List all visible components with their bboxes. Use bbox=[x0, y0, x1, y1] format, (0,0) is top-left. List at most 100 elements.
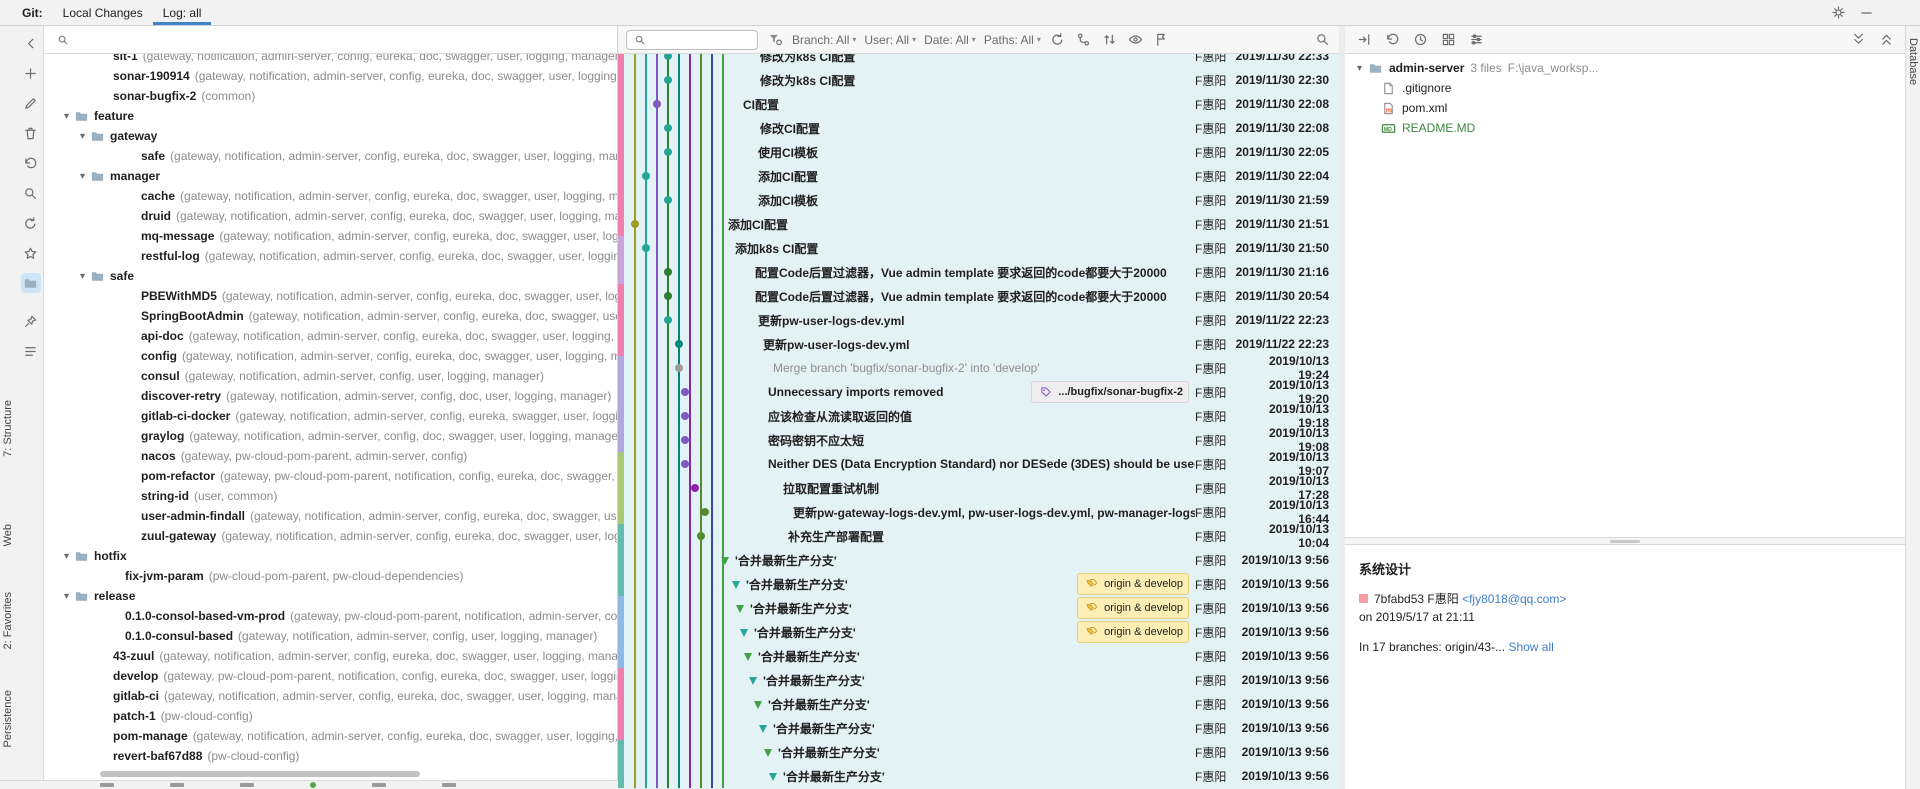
settings-icon[interactable] bbox=[1829, 4, 1847, 22]
search-icon[interactable] bbox=[21, 183, 41, 203]
branch-item-row[interactable]: consul(gateway, notification, admin-serv… bbox=[44, 366, 617, 386]
commit-row[interactable]: '合并最新生产分支'F惠阳2019/10/13 9:56 bbox=[618, 764, 1339, 788]
history-icon[interactable] bbox=[1411, 31, 1429, 49]
commit-row[interactable]: Neither DES (Data Encryption Standard) n… bbox=[618, 452, 1339, 476]
commit-row[interactable]: '合并最新生产分支'F惠阳2019/10/13 9:56 bbox=[618, 740, 1339, 764]
commit-row[interactable]: '合并最新生产分支'F惠阳2019/10/13 9:56 bbox=[618, 548, 1339, 572]
commit-row[interactable]: 修改为k8s CI配置F惠阳2019/11/30 22:33 bbox=[618, 54, 1339, 68]
commit-row[interactable]: 添加CI配置F惠阳2019/11/30 21:51 bbox=[618, 212, 1339, 236]
branch-item-row[interactable]: sonar-bugfix-2(common) bbox=[44, 86, 617, 106]
group-by-icon[interactable] bbox=[1439, 31, 1457, 49]
commit-row[interactable]: '合并最新生产分支'origin & developF惠阳2019/10/13 … bbox=[618, 572, 1339, 596]
filter-user[interactable]: User: All▾ bbox=[864, 33, 916, 47]
refresh-icon[interactable] bbox=[21, 213, 41, 233]
commit-row[interactable]: 修改CI配置F惠阳2019/11/30 22:08 bbox=[618, 116, 1339, 140]
commit-row[interactable]: 修改为k8s CI配置F惠阳2019/11/30 22:30 bbox=[618, 68, 1339, 92]
filter-date[interactable]: Date: All▾ bbox=[924, 33, 976, 47]
horizontal-scrollbar[interactable] bbox=[100, 771, 420, 777]
group-by-folder-icon[interactable] bbox=[21, 273, 41, 293]
branch-item-row[interactable]: zuul-gateway(gateway, notification, admi… bbox=[44, 526, 617, 546]
commit-row[interactable]: 添加CI配置F惠阳2019/11/30 22:04 bbox=[618, 164, 1339, 188]
pin-icon[interactable] bbox=[21, 311, 41, 331]
branch-folder-row[interactable]: ▾feature bbox=[44, 106, 617, 126]
branch-item-row[interactable]: gitlab-ci-docker(gateway, notification, … bbox=[44, 406, 617, 426]
changed-file-row[interactable]: MDREADME.MD bbox=[1345, 118, 1905, 138]
compare-branches-icon[interactable] bbox=[1075, 31, 1093, 49]
commit-row[interactable]: '合并最新生产分支'origin & developF惠阳2019/10/13 … bbox=[618, 620, 1339, 644]
right-stripe-label[interactable]: Database bbox=[1907, 38, 1919, 85]
changed-files-root[interactable]: ▾admin-server3 filesF:\java_worksp... bbox=[1345, 58, 1905, 78]
commit-row[interactable]: Merge branch 'bugfix/sonar-bugfix-2' int… bbox=[618, 356, 1339, 380]
commit-row[interactable]: '合并最新生产分支'F惠阳2019/10/13 9:56 bbox=[618, 692, 1339, 716]
commit-row[interactable]: '合并最新生产分支'F惠阳2019/10/13 9:56 bbox=[618, 644, 1339, 668]
branch-item-row[interactable]: config(gateway, notification, admin-serv… bbox=[44, 346, 617, 366]
expand-all-icon[interactable] bbox=[1849, 31, 1867, 49]
stripe-button-7-structure[interactable]: 7: Structure bbox=[2, 400, 14, 457]
branches-search-bar[interactable] bbox=[44, 26, 617, 54]
branch-item-row[interactable]: 43-zuul(gateway, notification, admin-ser… bbox=[44, 646, 617, 666]
rollback-icon[interactable] bbox=[21, 153, 41, 173]
tab-local-changes[interactable]: Local Changes bbox=[53, 0, 153, 25]
log-search-field[interactable] bbox=[626, 30, 758, 50]
preview-icon[interactable] bbox=[1127, 31, 1145, 49]
chevron-down-icon[interactable]: ▾ bbox=[60, 111, 73, 122]
branch-folder-row[interactable]: ▾safe bbox=[44, 266, 617, 286]
commit-row[interactable]: 使用CI模板F惠阳2019/11/30 22:05 bbox=[618, 140, 1339, 164]
chevron-down-icon[interactable]: ▾ bbox=[76, 171, 89, 182]
changed-file-row[interactable]: .gitignore bbox=[1345, 78, 1905, 98]
stripe-button-web[interactable]: Web bbox=[2, 524, 14, 546]
filter-settings-icon[interactable] bbox=[1467, 31, 1485, 49]
branch-item-row[interactable]: safe(gateway, notification, admin-server… bbox=[44, 146, 617, 166]
go-to-ref-icon[interactable] bbox=[1153, 31, 1171, 49]
commit-row[interactable]: 更新pw-user-logs-dev.ymlF惠阳2019/11/22 22:2… bbox=[618, 308, 1339, 332]
commit-row[interactable]: '合并最新生产分支'origin & developF惠阳2019/10/13 … bbox=[618, 596, 1339, 620]
collapse-all-icon[interactable] bbox=[1877, 31, 1895, 49]
branch-item-row[interactable]: nacos(gateway, pw-cloud-pom-parent, admi… bbox=[44, 446, 617, 466]
edit-icon[interactable] bbox=[21, 93, 41, 113]
branch-item-row[interactable]: fix-jvm-param(pw-cloud-pom-parent, pw-cl… bbox=[44, 566, 617, 586]
branch-item-row[interactable]: 0.1.0-consol-based-vm-prod(gateway, pw-c… bbox=[44, 606, 617, 626]
commit-author-email-link[interactable]: <fjy8018@qq.com> bbox=[1462, 592, 1566, 606]
branch-item-row[interactable]: api-doc(gateway, notification, admin-ser… bbox=[44, 326, 617, 346]
ref-label[interactable]: origin & develop bbox=[1077, 621, 1189, 643]
details-splitter[interactable] bbox=[1345, 537, 1905, 545]
commit-row[interactable]: 应该检查从流读取返回的值F惠阳2019/10/13 19:18 bbox=[618, 404, 1339, 428]
branch-item-row[interactable]: PBEWithMD5(gateway, notification, admin-… bbox=[44, 286, 617, 306]
branch-item-row[interactable]: revert-baf67d88(pw-cloud-config) bbox=[44, 746, 617, 766]
chevron-down-icon[interactable]: ▾ bbox=[76, 271, 89, 282]
branch-folder-row[interactable]: ▾release bbox=[44, 586, 617, 606]
changed-file-row[interactable]: mpom.xml bbox=[1345, 98, 1905, 118]
tab-log-all[interactable]: Log: all bbox=[153, 0, 212, 25]
branch-item-row[interactable]: sit-1(gateway, notification, admin-serve… bbox=[44, 54, 617, 66]
branch-item-row[interactable]: restful-log(gateway, notification, admin… bbox=[44, 246, 617, 266]
stripe-button-persistence[interactable]: Persistence bbox=[2, 690, 14, 747]
commit-row[interactable]: CI配置F惠阳2019/11/30 22:08 bbox=[618, 92, 1339, 116]
star-icon[interactable] bbox=[21, 243, 41, 263]
branch-item-row[interactable]: develop(gateway, pw-cloud-pom-parent, no… bbox=[44, 666, 617, 686]
delete-icon[interactable] bbox=[21, 123, 41, 143]
commit-row[interactable]: 配置Code后置过滤器，Vue admin template 要求返回的code… bbox=[618, 284, 1339, 308]
show-all-link[interactable]: Show all bbox=[1508, 640, 1553, 654]
commit-row[interactable]: '合并最新生产分支'F惠阳2019/10/13 9:56 bbox=[618, 668, 1339, 692]
commit-row[interactable]: 配置Code后置过滤器，Vue admin template 要求返回的code… bbox=[618, 260, 1339, 284]
ref-label[interactable]: origin & develop bbox=[1077, 573, 1189, 595]
branch-item-row[interactable]: user-admin-findall(gateway, notification… bbox=[44, 506, 617, 526]
stripe-button-2-favorites[interactable]: 2: Favorites bbox=[2, 592, 14, 649]
branch-item-row[interactable]: patch-1(pw-cloud-config) bbox=[44, 706, 617, 726]
branch-folder-row[interactable]: ▾manager bbox=[44, 166, 617, 186]
splitter-grip[interactable] bbox=[1610, 540, 1640, 543]
rollback-icon[interactable] bbox=[1383, 31, 1401, 49]
swap-arrows-icon[interactable] bbox=[1101, 31, 1119, 49]
commit-row[interactable]: 更新pw-gateway-logs-dev.yml, pw-user-logs-… bbox=[618, 500, 1339, 524]
back-icon[interactable] bbox=[21, 33, 41, 53]
chevron-down-icon[interactable]: ▾ bbox=[76, 131, 89, 142]
filter-settings-icon[interactable] bbox=[766, 31, 784, 49]
chevron-down-icon[interactable]: ▾ bbox=[1353, 63, 1366, 74]
chevron-down-icon[interactable]: ▾ bbox=[60, 551, 73, 562]
branch-item-row[interactable]: mq-message(gateway, notification, admin-… bbox=[44, 226, 617, 246]
commit-row[interactable]: 补充生产部署配置F惠阳2019/10/13 10:04 bbox=[618, 524, 1339, 548]
branch-folder-row[interactable]: ▾gateway bbox=[44, 126, 617, 146]
branch-item-row[interactable]: pom-refactor(gateway, pw-cloud-pom-paren… bbox=[44, 466, 617, 486]
branch-item-row[interactable]: gitlab-ci(gateway, notification, admin-s… bbox=[44, 686, 617, 706]
refresh-icon[interactable] bbox=[1049, 31, 1067, 49]
